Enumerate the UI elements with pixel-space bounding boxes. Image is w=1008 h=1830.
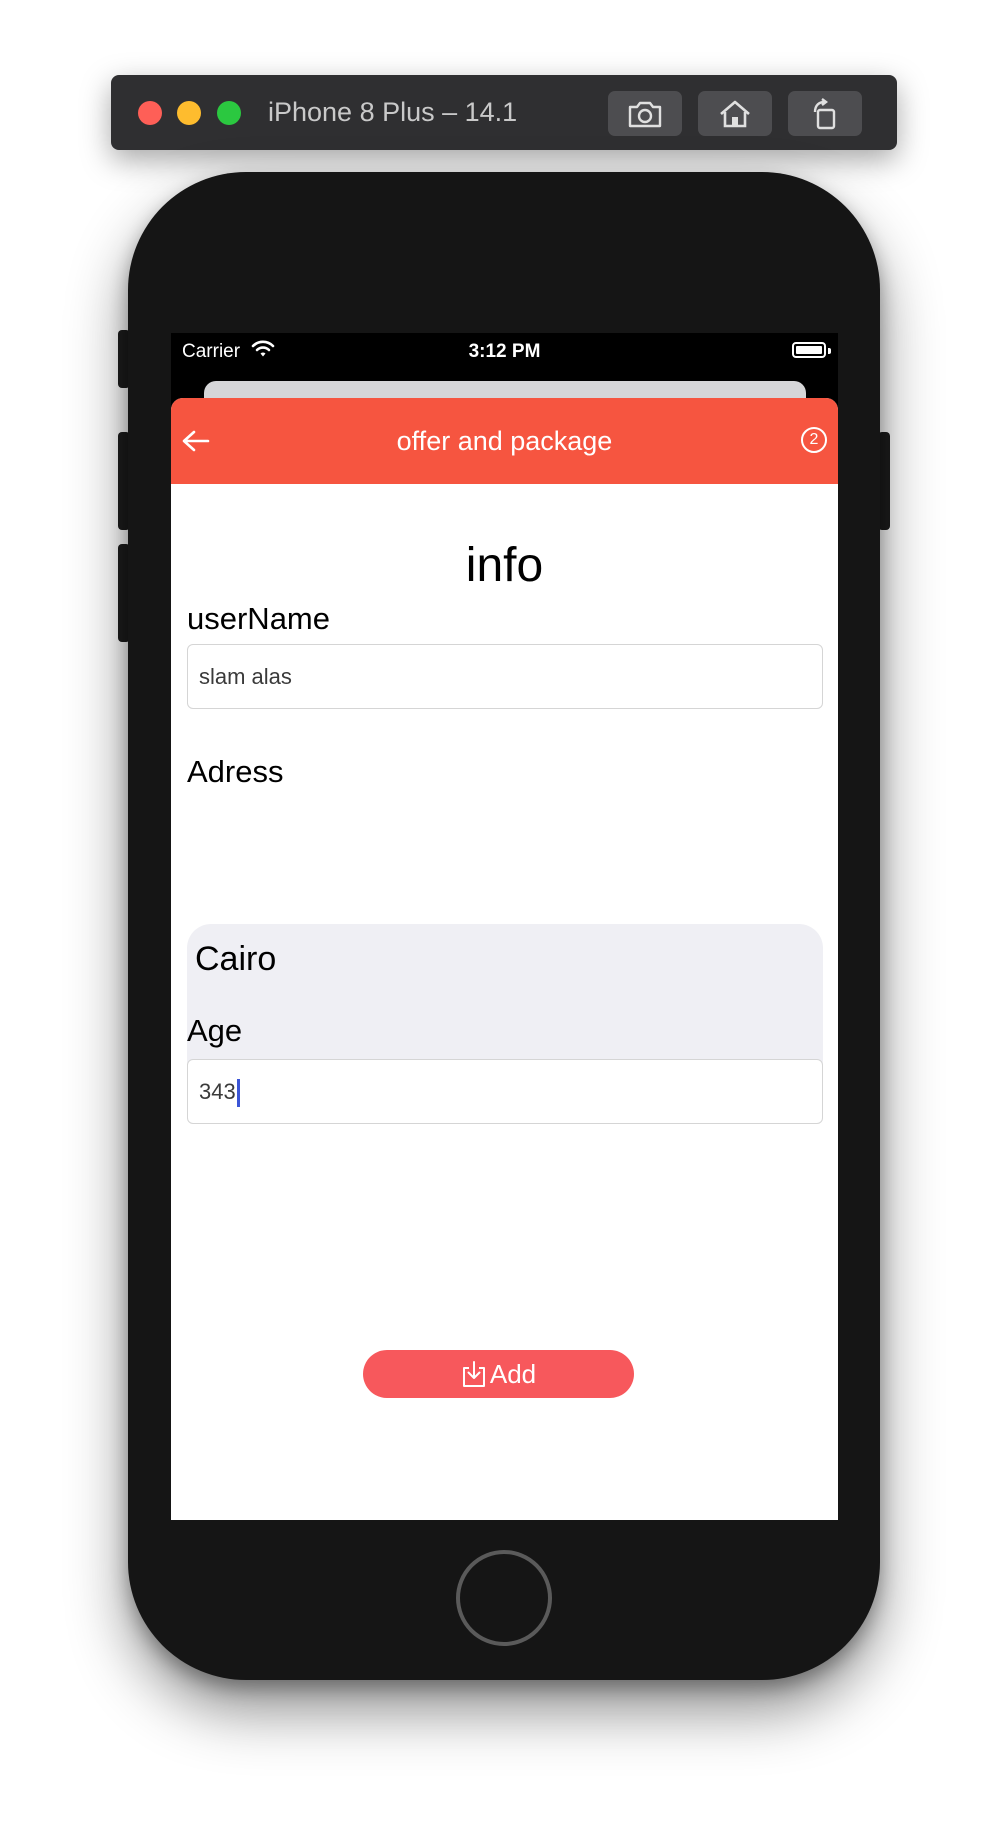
app-bar: offer and package 2 <box>171 398 838 484</box>
modal-sheet: offer and package 2 info userName slam a… <box>171 398 838 1520</box>
username-label: userName <box>187 601 330 636</box>
zoom-window-button[interactable] <box>217 101 241 125</box>
home-button[interactable] <box>698 91 772 136</box>
status-time: 3:12 PM <box>468 341 541 362</box>
minimize-window-button[interactable] <box>177 101 201 125</box>
username-field[interactable]: slam alas <box>187 644 823 709</box>
battery-icon <box>792 342 831 358</box>
text-cursor <box>236 1079 240 1108</box>
add-button-label: Add <box>489 1358 537 1389</box>
status-bar: Carrier 3:12 PM <box>171 333 838 373</box>
simulator-stage: iPhone 8 Plus – 14.1 Carrier 3:12 PM off… <box>0 0 1008 1830</box>
device-screen: Carrier 3:12 PM offer and package 2 info… <box>171 333 838 1520</box>
device-home-button[interactable] <box>456 1550 552 1646</box>
home-icon <box>720 100 750 127</box>
age-value: 343 <box>199 1079 236 1104</box>
address-label: Adress <box>187 754 284 789</box>
download-icon <box>462 1361 485 1387</box>
screenshot-button[interactable] <box>608 91 682 136</box>
count-badge[interactable]: 2 <box>801 427 827 453</box>
camera-icon <box>628 101 662 127</box>
rotate-button[interactable] <box>788 91 862 136</box>
age-field[interactable]: 343 <box>187 1059 823 1124</box>
page-title: info <box>465 539 544 592</box>
app-bar-title: offer and package <box>396 426 613 456</box>
simulator-title: iPhone 8 Plus – 14.1 <box>268 97 518 127</box>
add-button[interactable]: Add <box>363 1350 634 1398</box>
rotate-icon <box>813 97 836 129</box>
close-window-button[interactable] <box>138 101 162 125</box>
age-label: Age <box>187 1013 243 1048</box>
simulator-title-bar: iPhone 8 Plus – 14.1 <box>111 75 897 150</box>
